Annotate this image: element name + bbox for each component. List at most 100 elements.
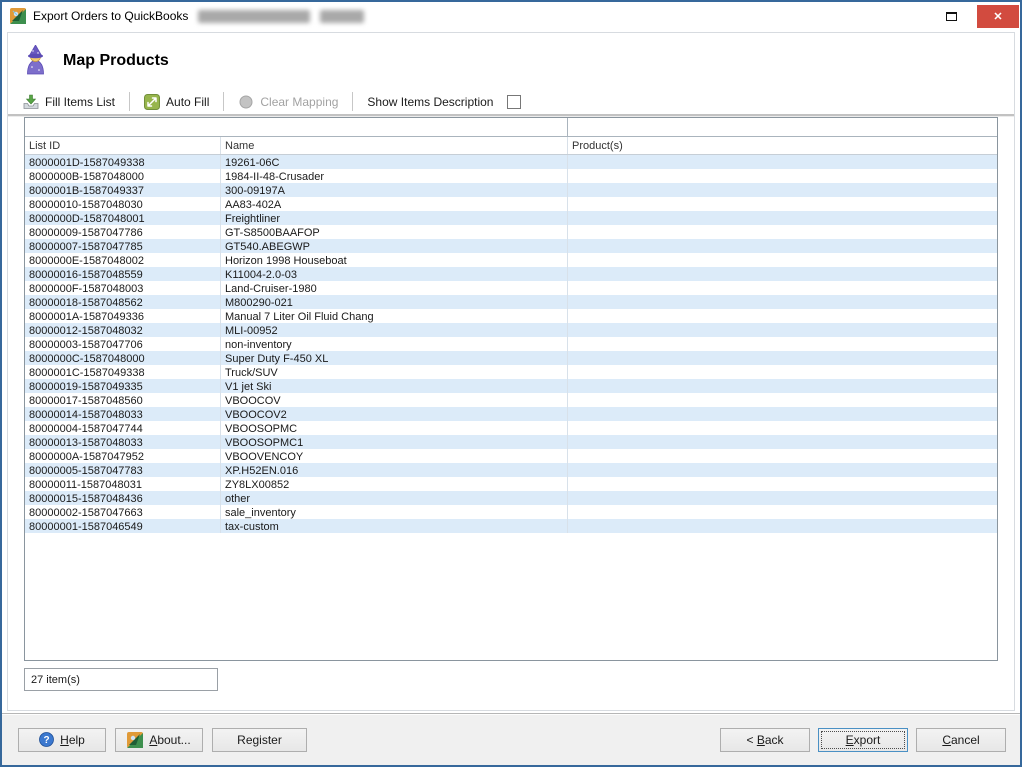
fill-items-list-label: Fill Items List <box>45 95 115 109</box>
table-row[interactable]: 80000010-1587048030AA83-402A <box>25 197 997 211</box>
table-row[interactable]: 8000000E-1587048002Horizon 1998 Houseboa… <box>25 253 997 267</box>
table-row[interactable]: 80000001-1587046549tax-custom <box>25 519 997 533</box>
titlebar: Export Orders to QuickBooks ✕ <box>2 2 1020 30</box>
cell-list-id: 8000001A-1587049336 <box>25 309 221 323</box>
table-group-row <box>25 118 997 137</box>
cell-products <box>568 169 997 183</box>
export-label: Export <box>846 733 881 747</box>
cell-name: tax-custom <box>221 519 568 533</box>
table-group-cell <box>568 118 997 136</box>
register-button[interactable]: Register <box>212 728 307 752</box>
cell-list-id: 80000011-1587048031 <box>25 477 221 491</box>
clear-mapping-label: Clear Mapping <box>260 95 338 109</box>
cell-list-id: 80000012-1587048032 <box>25 323 221 337</box>
help-button[interactable]: ? Help <box>18 728 106 752</box>
cell-name: 19261-06C <box>221 155 568 169</box>
table-row[interactable]: 80000014-1587048033VBOOCOV2 <box>25 407 997 421</box>
back-button[interactable]: < Back <box>720 728 810 752</box>
table-row[interactable]: 8000000F-1587048003Land-Cruiser-1980 <box>25 281 997 295</box>
cell-list-id: 8000000C-1587048000 <box>25 351 221 365</box>
window-title: Export Orders to QuickBooks <box>33 9 188 23</box>
cell-name: Land-Cruiser-1980 <box>221 281 568 295</box>
cell-list-id: 80000018-1587048562 <box>25 295 221 309</box>
cell-products <box>568 351 997 365</box>
table-row[interactable]: 80000004-1587047744VBOOSOPMC <box>25 421 997 435</box>
toolbar: Fill Items List Auto Fill Clear Mapping … <box>8 89 1014 116</box>
table-row[interactable]: 80000017-1587048560VBOOCOV <box>25 393 997 407</box>
column-header-products[interactable]: Product(s) <box>568 137 997 154</box>
cancel-label: Cancel <box>942 733 979 747</box>
table-row[interactable]: 80000003-1587047706non-inventory <box>25 337 997 351</box>
table-row[interactable]: 8000001C-1587049338Truck/SUV <box>25 365 997 379</box>
about-button[interactable]: About... <box>115 728 203 752</box>
cell-products <box>568 477 997 491</box>
cell-products <box>568 393 997 407</box>
fill-items-list-button[interactable]: Fill Items List <box>18 92 120 112</box>
cancel-button[interactable]: Cancel <box>916 728 1006 752</box>
table-row[interactable]: 80000019-1587049335V1 jet Ski <box>25 379 997 393</box>
cell-products <box>568 435 997 449</box>
cell-products <box>568 253 997 267</box>
table-row[interactable]: 80000015-1587048436other <box>25 491 997 505</box>
table-row[interactable]: 8000000D-1587048001Freightliner <box>25 211 997 225</box>
cell-products <box>568 421 997 435</box>
table-row[interactable]: 80000012-1587048032MLI-00952 <box>25 323 997 337</box>
table-row[interactable]: 80000007-1587047785GT540.ABEGWP <box>25 239 997 253</box>
table-row[interactable]: 8000001A-1587049336Manual 7 Liter Oil Fl… <box>25 309 997 323</box>
left-button-group: ? Help About... Register <box>18 728 307 752</box>
svg-text:?: ? <box>44 735 50 746</box>
table-row[interactable]: 80000009-1587047786GT-S8500BAAFOP <box>25 225 997 239</box>
cell-name: Truck/SUV <box>221 365 568 379</box>
table-row[interactable]: 8000000C-1587048000Super Duty F-450 XL <box>25 351 997 365</box>
table-row[interactable]: 80000011-1587048031ZY8LX00852 <box>25 477 997 491</box>
maximize-button[interactable] <box>934 2 968 30</box>
cell-products <box>568 281 997 295</box>
app-icon <box>10 8 26 24</box>
table-row[interactable]: 80000002-1587047663sale_inventory <box>25 505 997 519</box>
table-header-row: List ID Name Product(s) <box>25 137 997 155</box>
table-row[interactable]: 80000005-1587047783XP.H52EN.016 <box>25 463 997 477</box>
clear-mapping-button[interactable]: Clear Mapping <box>233 92 343 112</box>
cell-list-id: 8000000D-1587048001 <box>25 211 221 225</box>
clear-mapping-icon <box>238 94 254 110</box>
show-items-description-toggle[interactable]: Show Items Description <box>362 93 526 111</box>
auto-fill-label: Auto Fill <box>166 95 209 109</box>
cell-list-id: 8000000A-1587047952 <box>25 449 221 463</box>
toolbar-separator <box>129 92 130 111</box>
cell-name: VBOOCOV2 <box>221 407 568 421</box>
cell-list-id: 8000001D-1587049338 <box>25 155 221 169</box>
column-header-list-id[interactable]: List ID <box>25 137 221 154</box>
help-icon: ? <box>39 732 54 747</box>
column-header-name[interactable]: Name <box>221 137 568 154</box>
cell-products <box>568 211 997 225</box>
help-label: Help <box>60 733 85 747</box>
cell-list-id: 80000003-1587047706 <box>25 337 221 351</box>
cell-products <box>568 449 997 463</box>
cell-name: ZY8LX00852 <box>221 477 568 491</box>
table-row[interactable]: 8000001B-1587049337300-09197A <box>25 183 997 197</box>
auto-fill-button[interactable]: Auto Fill <box>139 92 214 112</box>
main-panel: Map Products Fill Items List Auto Fill <box>7 32 1015 711</box>
table-row[interactable]: 8000000B-15870480001984-II-48-Crusader <box>25 169 997 183</box>
table-row[interactable]: 80000018-1587048562M800290-021 <box>25 295 997 309</box>
cell-list-id: 80000009-1587047786 <box>25 225 221 239</box>
list-footer: 27 item(s) <box>24 668 998 691</box>
close-button[interactable]: ✕ <box>977 5 1019 28</box>
dialog-window: Export Orders to QuickBooks ✕ <box>0 0 1022 767</box>
cell-name: K11004-2.0-03 <box>221 267 568 281</box>
cell-products <box>568 267 997 281</box>
table-row[interactable]: 80000013-1587048033VBOOSOPMC1 <box>25 435 997 449</box>
table-row[interactable]: 8000000A-1587047952VBOOVENCOY <box>25 449 997 463</box>
cell-name: VBOOSOPMC1 <box>221 435 568 449</box>
table-row[interactable]: 80000016-1587048559K11004-2.0-03 <box>25 267 997 281</box>
fill-items-list-icon <box>23 94 39 110</box>
mapping-table-container: List ID Name Product(s) 8000001D-1587049… <box>24 117 998 661</box>
export-button[interactable]: Export <box>818 728 908 752</box>
cell-name: Freightliner <box>221 211 568 225</box>
items-count-box: 27 item(s) <box>24 668 218 691</box>
show-items-description-checkbox[interactable] <box>507 95 521 109</box>
table-row[interactable]: 8000001D-158704933819261-06C <box>25 155 997 169</box>
cell-list-id: 8000000E-1587048002 <box>25 253 221 267</box>
cell-list-id: 80000001-1587046549 <box>25 519 221 533</box>
cell-products <box>568 155 997 169</box>
